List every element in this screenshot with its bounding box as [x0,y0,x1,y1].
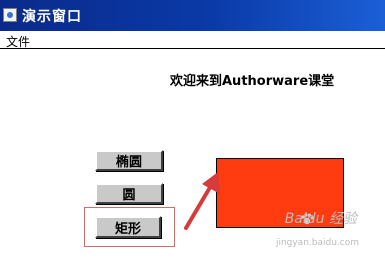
window-title: 演示窗口 [22,9,82,25]
circle-button[interactable]: 圆 [95,183,163,204]
title-bar[interactable]: 演示窗口 [0,0,385,31]
menu-file[interactable]: 文件 [6,33,30,50]
arrow-icon [184,172,220,230]
welcome-text: 欢迎来到Authorware课堂 [170,74,335,89]
watermark-url: jingyan.baidu.com [275,238,359,248]
app-icon [3,8,17,22]
menu-bar: 文件 [0,31,385,49]
rectangle-button[interactable]: 矩形 [95,216,161,238]
ellipse-button[interactable]: 椭圆 [95,150,163,171]
watermark-text: Baidu 经验 [284,211,357,227]
